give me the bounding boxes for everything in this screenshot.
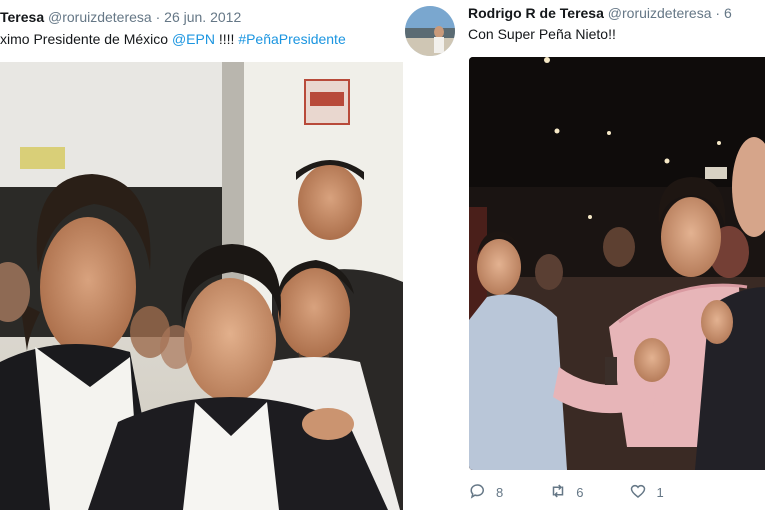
header-separator: ·	[715, 5, 721, 21]
mention-link[interactable]: @EPN	[172, 31, 215, 47]
tweet-text: ximo Presidente de México @EPN !!!! #Peñ…	[0, 30, 346, 48]
like-count: 1	[656, 485, 664, 500]
tweet-text-start: ximo Presidente de México	[0, 31, 172, 47]
tweet-photo[interactable]	[0, 62, 403, 510]
reply-icon	[469, 482, 487, 503]
header-separator: ·	[155, 9, 161, 25]
tweet-header: Teresa @roruizdeteresa · 26 jun. 2012	[0, 8, 241, 26]
avatar[interactable]	[405, 6, 455, 56]
like-action[interactable]: 1	[629, 482, 664, 503]
tweet-header: Rodrigo R de Teresa @roruizdeteresa · 6	[468, 4, 732, 22]
tweet-text: Con Super Peña Nieto!!	[468, 26, 616, 42]
reply-action[interactable]: 8	[469, 482, 503, 503]
tweet-text-mid: !!!!	[214, 31, 239, 47]
heart-icon	[629, 482, 647, 503]
author-name[interactable]: Teresa	[0, 9, 44, 25]
author-name[interactable]: Rodrigo R de Teresa	[468, 5, 604, 21]
tweet-date[interactable]: 26 jun. 2012	[164, 9, 241, 25]
retweet-action[interactable]: 6	[549, 482, 583, 503]
tweet-right[interactable]: Rodrigo R de Teresa @roruizdeteresa · 6 …	[405, 0, 765, 510]
tweet-date[interactable]: 6	[724, 5, 732, 21]
reply-count: 8	[496, 485, 504, 500]
author-handle[interactable]: @roruizdeteresa	[608, 5, 712, 21]
tweet-actions: 8 6 1	[469, 482, 664, 503]
author-handle[interactable]: @roruizdeteresa	[48, 9, 152, 25]
retweet-count: 6	[576, 485, 584, 500]
tweet-left[interactable]: Teresa @roruizdeteresa · 26 jun. 2012 xi…	[0, 0, 405, 510]
hashtag-link[interactable]: #PeñaPresidente	[238, 31, 345, 47]
retweet-icon	[549, 482, 567, 503]
tweet-photo[interactable]	[469, 57, 765, 470]
